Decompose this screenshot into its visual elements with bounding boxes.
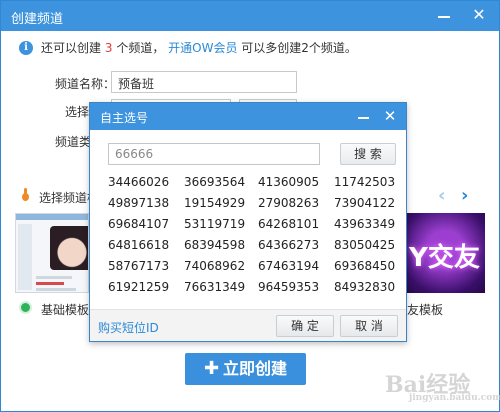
dialog-footer: 购买短位ID 确 定 取 消: [90, 309, 406, 341]
id-option[interactable]: 49897138: [108, 196, 178, 210]
chevron-right-icon[interactable]: ›: [461, 185, 468, 206]
create-now-button[interactable]: ✚ 立即创建: [185, 353, 306, 385]
id-option[interactable]: 67463194: [258, 259, 328, 273]
template-label-basic: 基础模板: [41, 303, 90, 317]
id-option[interactable]: 84932830: [334, 280, 404, 294]
id-option[interactable]: 19154929: [184, 196, 254, 210]
id-option[interactable]: 41360905: [258, 175, 328, 189]
channel-name-input[interactable]: 预备班: [111, 71, 297, 93]
template-thumbnail-dating[interactable]: Y交友: [405, 213, 485, 293]
info-icon: i: [19, 41, 33, 55]
notice-prefix: 还可以创建: [41, 41, 102, 55]
id-option[interactable]: 53119719: [184, 217, 254, 231]
id-option[interactable]: 61921259: [108, 280, 178, 294]
id-option[interactable]: 73904122: [334, 196, 404, 210]
channel-quota-notice: 还可以创建 3 个频道， 开通OW会员 可以多创建2个频道。: [41, 39, 357, 56]
id-option[interactable]: 68394598: [184, 238, 254, 252]
choose-number-dialog: 自主选号 ✕ 66666 搜 索 34466026 36693564 4136090…: [89, 102, 407, 342]
ok-button[interactable]: 确 定: [276, 315, 334, 337]
dialog-close-icon[interactable]: ✕: [381, 107, 399, 125]
id-option[interactable]: 69368450: [334, 259, 404, 273]
minimize-icon[interactable]: [435, 7, 453, 25]
id-option[interactable]: 76631349: [184, 280, 254, 294]
dialog-minimize-icon[interactable]: [356, 108, 372, 124]
dialog-title-bar: 自主选号 ✕: [90, 103, 406, 130]
notice-middle: 个频道，: [116, 41, 165, 55]
buy-short-id-link[interactable]: 购买短位ID: [98, 319, 159, 336]
id-option[interactable]: 36693564: [184, 175, 254, 189]
id-option[interactable]: 34466026: [108, 175, 178, 189]
remaining-count: 3: [104, 41, 113, 55]
template-banner-text: Y交友: [409, 243, 480, 273]
cancel-button[interactable]: 取 消: [340, 315, 398, 337]
chevron-left-icon[interactable]: ‹: [438, 185, 445, 206]
id-option[interactable]: 69684107: [108, 217, 178, 231]
id-option[interactable]: 64268101: [258, 217, 328, 231]
id-option[interactable]: 64816618: [108, 238, 178, 252]
title-bar: 创建频道 ✕: [1, 1, 499, 31]
id-option[interactable]: 74068962: [184, 259, 254, 273]
watermark-url: jingyan.baidu.com: [409, 393, 500, 403]
template-thumbnail-basic[interactable]: [15, 213, 89, 293]
template-section-icon: [19, 188, 31, 202]
id-option[interactable]: 43963349: [334, 217, 404, 231]
id-option[interactable]: 96459353: [258, 280, 328, 294]
close-icon[interactable]: ✕: [469, 5, 489, 25]
template-label-dating: 友模板: [407, 303, 444, 317]
plus-icon: ✚: [203, 358, 220, 379]
select-label: 选择: [65, 105, 90, 119]
create-channel-window: 创建频道 ✕ i 还可以创建 3 个频道， 开通OW会员 可以多创建2个频道。 …: [0, 0, 500, 412]
notice-suffix: 可以多创建2个频道。: [241, 41, 357, 55]
create-now-label: 立即创建: [223, 359, 288, 378]
id-option[interactable]: 11742503: [334, 175, 404, 189]
baidu-watermark: Bai经验 jingyan.baidu.com: [385, 367, 500, 403]
template-radio-selected[interactable]: [19, 301, 32, 314]
id-option[interactable]: 64366273: [258, 238, 328, 252]
id-option[interactable]: 58767173: [108, 259, 178, 273]
number-search-input[interactable]: 66666: [108, 143, 320, 165]
dialog-title: 自主选号: [100, 111, 149, 125]
id-option[interactable]: 83050425: [334, 238, 404, 252]
avatar: [50, 226, 88, 270]
id-option[interactable]: 27908263: [258, 196, 328, 210]
channel-type-label: 频道类: [55, 135, 92, 149]
search-button[interactable]: 搜 索: [340, 143, 396, 165]
window-title: 创建频道: [11, 12, 64, 27]
channel-name-label: 频道名称：: [55, 77, 116, 91]
open-ow-member-link[interactable]: 开通OW会员: [168, 41, 237, 55]
